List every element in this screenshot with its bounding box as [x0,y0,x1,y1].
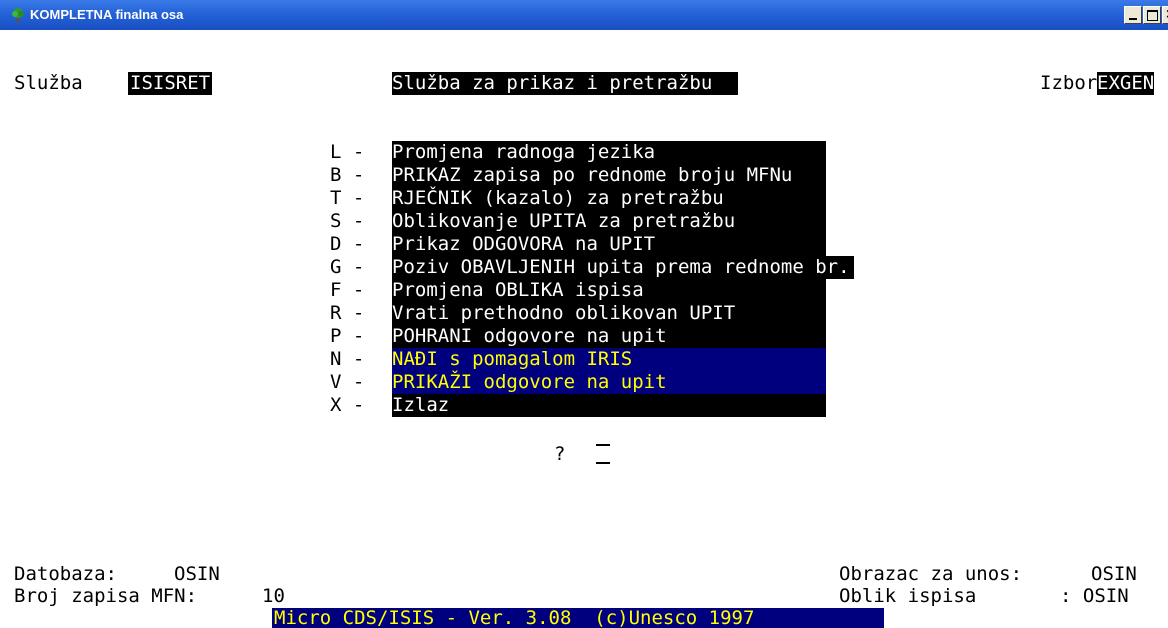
menu-key: G [330,256,342,278]
menu-label: POHRANI odgovore na upit [392,325,667,347]
menu-label: PRIKAŽI odgovore na upit [392,371,667,393]
input-cursor[interactable] [596,462,610,464]
menu-label: Poziv OBAVLJENIH upita prema rednome br. [392,256,854,279]
menu-key: B [330,164,342,186]
page-title: Služba za prikaz i pretražbu [392,72,739,95]
menu-label: Vrati prethodno oblikovan UPIT [392,302,736,324]
sluzba-value: ISISRET [128,72,213,95]
menu-key: F [330,279,342,301]
menu-separator: - [341,371,376,393]
menu-key: R [330,302,342,324]
menu-label: Izlaz [392,394,450,416]
menu-label: NAĐI s pomagalom IRIS [392,348,633,370]
tree-icon [12,8,24,23]
menu-separator: - [341,302,376,324]
menu-key: L [330,141,342,163]
print-format-value: : OSIN [1060,585,1129,607]
menu-separator: - [341,325,376,347]
minimize-button[interactable] [1124,6,1142,24]
menu-key: N [330,348,342,370]
database-value: OSIN [174,563,220,585]
close-button[interactable]: × [1162,6,1168,24]
sluzba-label: Služba [14,72,83,94]
menu-key: D [330,233,342,255]
menu-label: Oblikovanje UPITA za pretražbu [392,210,736,232]
menu-label: RJEČNIK (kazalo) za pretražbu [392,187,724,209]
menu-separator: - [341,141,376,163]
menu-key: S [330,210,342,232]
menu-label: Promjena radnoga jezika [392,141,656,163]
prompt-symbol: ? [554,443,566,465]
menu-key: X [330,394,342,416]
menu-key: V [330,371,342,393]
version-banner: Micro CDS/ISIS - Ver. 3.08 (c)Unesco 199… [274,607,755,628]
menu-key: T [330,187,342,209]
menu-separator: - [341,164,376,186]
menu-bar-bg [392,394,826,417]
menu-key: P [330,325,342,347]
window-title: KOMPLETNA finalna osa [30,7,184,22]
application-window: KOMPLETNA finalna osa × Služba ISISRET S… [0,0,1168,628]
izbor-label: Izbor [1040,72,1098,94]
menu-separator: - [341,279,376,301]
console-screen: Služba ISISRET Služba za prikaz i pretra… [0,30,1168,628]
menu-label: Prikaz ODGOVORA na UPIT [392,233,656,255]
menu-label: PRIKAZ zapisa po rednome broju MFNu [392,164,793,186]
menu-separator: - [341,187,376,209]
entry-form-value: OSIN [1091,563,1137,585]
menu-label: Promjena OBLIKA ispisa [392,279,644,301]
maximize-button[interactable] [1143,6,1161,24]
izbor-value: EXGEN [1097,72,1155,95]
menu-separator: - [341,210,376,232]
print-format-label: Oblik ispisa [839,585,977,607]
entry-form-label: Obrazac za unos: [839,563,1023,585]
menu-separator: - [341,394,376,416]
title-bar[interactable]: KOMPLETNA finalna osa × [0,0,1168,30]
database-label: Datobaza: [14,563,117,585]
menu-separator: - [341,256,376,278]
menu-separator: - [341,348,376,370]
menu-separator: - [341,233,376,255]
records-label: Broj zapisa MFN: [14,585,198,607]
records-value: 10 [262,585,285,607]
cursor-line [596,444,610,446]
